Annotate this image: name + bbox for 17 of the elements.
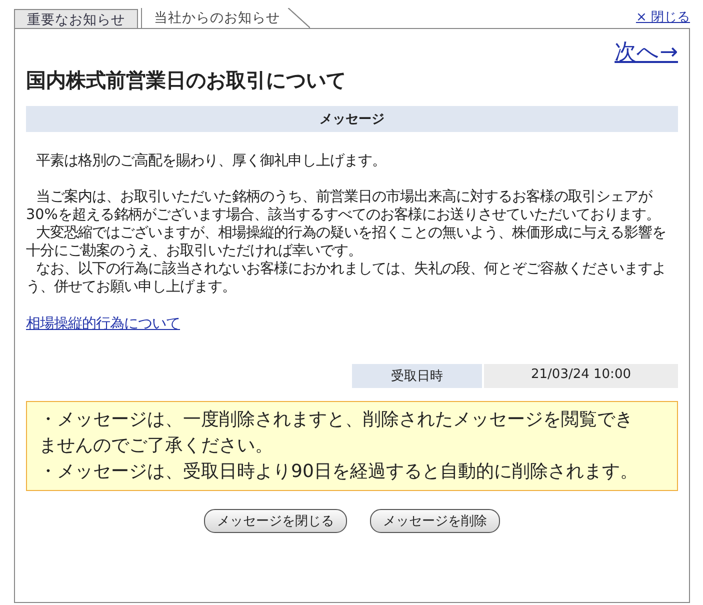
- tab[interactable]: 当社からのお知らせ: [141, 8, 310, 28]
- message-paragraph: 平素は格別のご高配を賜わり、厚く御礼申し上げます。: [35, 152, 387, 170]
- message-button[interactable]: メッセージを削除: [370, 509, 500, 533]
- tab[interactable]: 重要なお知らせ: [14, 9, 138, 28]
- info-link[interactable]: 相場操縦的行為について: [26, 314, 180, 333]
- message-header: メッセージ: [26, 106, 678, 132]
- page-title: 国内株式前営業日のお取引について: [26, 67, 347, 94]
- message-paragraph: 大変恐縮ではございますが、相場操縦的行為の疑いを招くことの無いよう、株価形成に与える影響を十分にご勘案のうえ、お取引いただければ幸いです。: [26, 224, 667, 260]
- message-paragraph: 当ご案内は、お取引いただいた銘柄のうち、前営業日の市場出来高に対するお客様の取引シェアが30%を超える銘柄がございます場合、該当するすべてのお客様にお送りさせていただいております。: [26, 188, 661, 224]
- message-paragraph: なお、以下の行為に該当されないお客様におかれましては、失礼の段、何とぞご容赦くださいますよう、併せてお願い申し上げます。: [26, 260, 667, 296]
- received-value: 21/03/24 10:00: [484, 364, 678, 388]
- message-button[interactable]: メッセージを閉じる: [204, 509, 347, 533]
- received-label: 受取日時: [352, 364, 482, 388]
- notice-text: ・メッセージは、受取日時より90日を経過すると自動的に削除されます。: [39, 460, 639, 484]
- close-link[interactable]: × 閉じる: [636, 8, 690, 26]
- next-link[interactable]: 次へ→: [614, 37, 678, 67]
- notice-text: ・メッセージは、一度削除されますと、削除されたメッセージを閲覧できませんのでご了承ください。: [39, 408, 634, 458]
